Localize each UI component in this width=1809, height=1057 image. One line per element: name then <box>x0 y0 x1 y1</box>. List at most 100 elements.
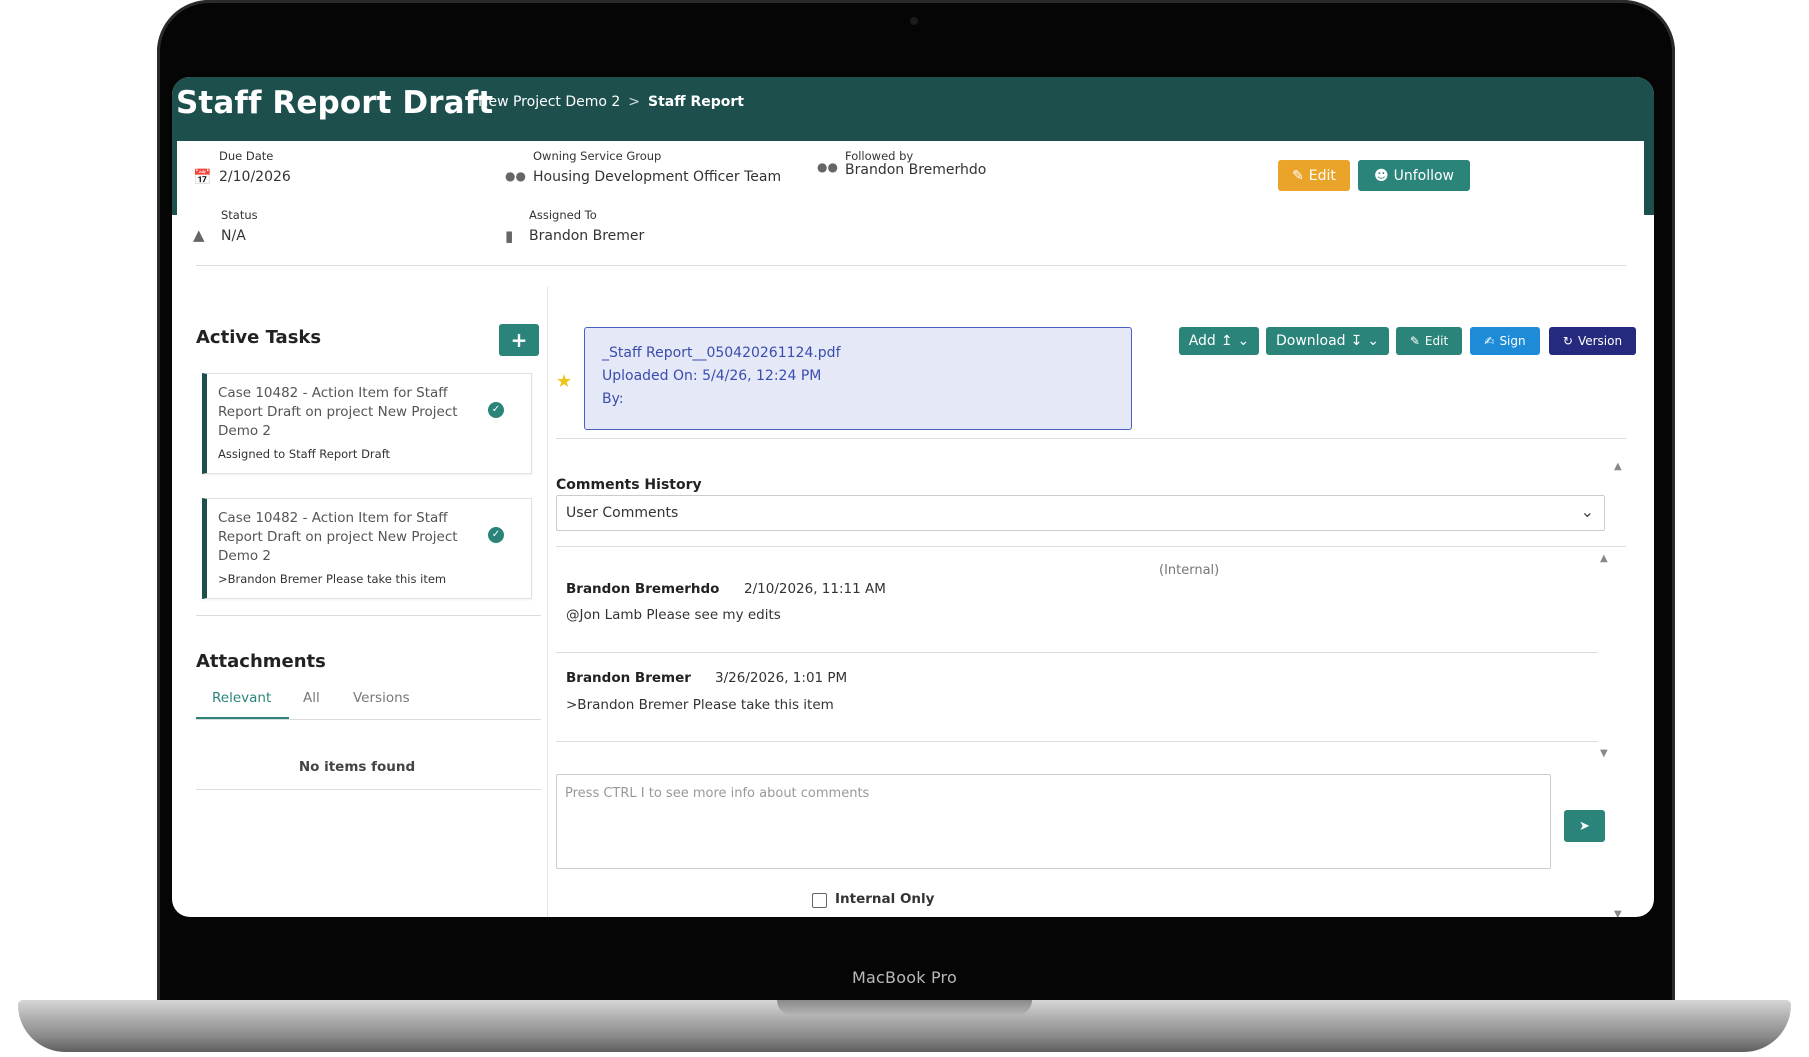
download-dropdown-button[interactable]: Download ↧ ⌄ <box>1266 327 1389 355</box>
tab-relevant[interactable]: Relevant <box>212 690 271 706</box>
app-screen: Staff Report Draft New Project Demo 2 > … <box>172 77 1654 917</box>
refresh-icon: ↻ <box>1562 334 1573 348</box>
tab-versions[interactable]: Versions <box>353 690 410 706</box>
tabs-divider <box>196 719 541 720</box>
comment-body: @Jon Lamb Please see my edits <box>566 607 781 623</box>
add-dropdown-button[interactable]: Add ↥ ⌄ <box>1179 327 1259 355</box>
sign-button-label: Sign <box>1499 334 1526 348</box>
send-button[interactable]: ➤ <box>1564 810 1605 842</box>
camera-icon <box>910 17 918 25</box>
followed-by-label: Followed by <box>845 149 914 163</box>
breadcrumb-current: Staff Report <box>648 94 744 110</box>
download-icon: ↧ <box>1350 333 1363 349</box>
breadcrumb-project-link[interactable]: New Project Demo 2 <box>478 94 620 110</box>
edit-icon: ✎ <box>1292 167 1304 184</box>
attachments-divider <box>196 789 541 790</box>
tab-all[interactable]: All <box>303 690 320 706</box>
followers-icon: ●● <box>817 160 838 174</box>
document-card[interactable]: _Staff Report__050420261124.pdf Uploaded… <box>584 327 1132 430</box>
document-filename[interactable]: _Staff Report__050420261124.pdf <box>602 345 841 361</box>
followed-by-value: Brandon Bremerhdo <box>845 162 987 178</box>
comment-author: Brandon Bremer <box>566 670 691 686</box>
empty-state: No items found <box>298 759 416 775</box>
send-icon: ➤ <box>1579 818 1590 834</box>
column-separator <box>547 287 548 917</box>
check-circle-icon: ✓ <box>488 402 504 418</box>
unfollow-button[interactable]: ☻ Unfollow <box>1358 160 1470 191</box>
comment-author: Brandon Bremerhdo <box>566 581 720 597</box>
edit-document-button[interactable]: ✎ Edit <box>1396 327 1462 355</box>
assigned-to-value: Brandon Bremer <box>529 228 645 244</box>
comment-divider <box>556 652 1598 653</box>
comments-history-label: Comments History <box>556 477 702 493</box>
task-title: Case 10482 - Action Item for Staff Repor… <box>218 510 458 564</box>
edit-document-label: Edit <box>1424 334 1449 348</box>
users-icon: ●● <box>505 169 526 183</box>
scroll-up-icon[interactable]: ▲ <box>1600 553 1608 564</box>
header-bar: Staff Report Draft New Project Demo 2 > … <box>172 77 1654 141</box>
details-divider <box>196 265 1626 266</box>
scroll-up-icon[interactable]: ▲ <box>1614 461 1622 472</box>
task-card[interactable]: Case 10482 - Action Item for Staff Repor… <box>202 373 532 474</box>
scroll-down-icon[interactable]: ▼ <box>1614 909 1622 917</box>
comment-input[interactable] <box>556 774 1551 869</box>
active-tasks-title: Active Tasks <box>196 327 322 348</box>
comment-date: 3/26/2026, 1:01 PM <box>715 670 848 686</box>
scroll-down-icon[interactable]: ▼ <box>1600 748 1608 759</box>
internal-only-label[interactable]: Internal Only <box>835 891 934 907</box>
breadcrumb-separator: > <box>628 94 641 110</box>
header-side-band-right <box>1644 141 1654 215</box>
task-card[interactable]: Case 10482 - Action Item for Staff Repor… <box>202 498 532 599</box>
check-circle-icon: ✓ <box>488 527 504 543</box>
header-side-band-left <box>172 141 177 215</box>
comment-divider <box>556 741 1598 742</box>
tasks-divider <box>196 615 541 616</box>
task-subtitle: Assigned to Staff Report Draft <box>218 447 391 461</box>
sign-button[interactable]: ✍ Sign <box>1470 327 1540 355</box>
chevron-down-icon: ⌄ <box>1237 333 1250 349</box>
warning-icon: ▲ <box>193 226 205 244</box>
assigned-to-label: Assigned To <box>529 208 597 222</box>
chevron-down-icon: ⌄ <box>1580 502 1594 521</box>
comment-type-value: User Comments <box>566 505 679 521</box>
external-edit-icon: ✎ <box>1409 334 1420 348</box>
due-date-value: 2/10/2026 <box>219 169 291 185</box>
status-label: Status <box>221 208 258 222</box>
plus-icon: + <box>510 328 528 352</box>
task-title: Case 10482 - Action Item for Staff Repor… <box>218 385 458 439</box>
badge-icon: ▮ <box>505 227 514 245</box>
add-task-button[interactable]: + <box>499 324 539 356</box>
chevron-down-icon: ⌄ <box>1367 333 1380 349</box>
laptop-notch <box>777 1000 1032 1015</box>
attachments-title: Attachments <box>196 651 326 672</box>
device-label: MacBook Pro <box>852 968 957 987</box>
upload-icon: ↥ <box>1220 333 1233 349</box>
star-icon[interactable]: ★ <box>556 371 572 392</box>
task-subtitle: >Brandon Bremer Please take this item <box>218 572 447 586</box>
version-button[interactable]: ↻ Version <box>1549 327 1636 355</box>
status-value: N/A <box>221 228 246 244</box>
user-minus-icon: ☻ <box>1373 167 1389 184</box>
download-button-label: Download <box>1275 333 1346 349</box>
page-title: Staff Report Draft <box>176 85 494 121</box>
breadcrumb: New Project Demo 2 > Staff Report <box>478 94 744 110</box>
owning-group-label: Owning Service Group <box>533 149 662 163</box>
due-date-label: Due Date <box>219 149 274 163</box>
calendar-icon: 📅 <box>193 168 212 186</box>
internal-tag: (Internal) <box>1159 563 1220 578</box>
version-button-label: Version <box>1577 334 1623 348</box>
comment-body: >Brandon Bremer Please take this item <box>566 697 834 713</box>
internal-only-checkbox[interactable] <box>812 893 827 908</box>
signature-icon: ✍ <box>1484 334 1495 348</box>
comment-type-select[interactable]: User Comments ⌄ <box>556 495 1605 531</box>
edit-button-label: Edit <box>1308 167 1336 184</box>
edit-button[interactable]: ✎ Edit <box>1278 160 1350 191</box>
comments-top-divider <box>556 546 1626 547</box>
document-by: By: <box>602 391 624 407</box>
unfollow-button-label: Unfollow <box>1393 167 1455 184</box>
owning-group-value: Housing Development Officer Team <box>533 169 782 185</box>
document-uploaded: Uploaded On: 5/4/26, 12:24 PM <box>602 368 822 384</box>
document-divider <box>556 438 1626 439</box>
comment-date: 2/10/2026, 11:11 AM <box>744 581 886 597</box>
add-button-label: Add <box>1188 333 1216 349</box>
